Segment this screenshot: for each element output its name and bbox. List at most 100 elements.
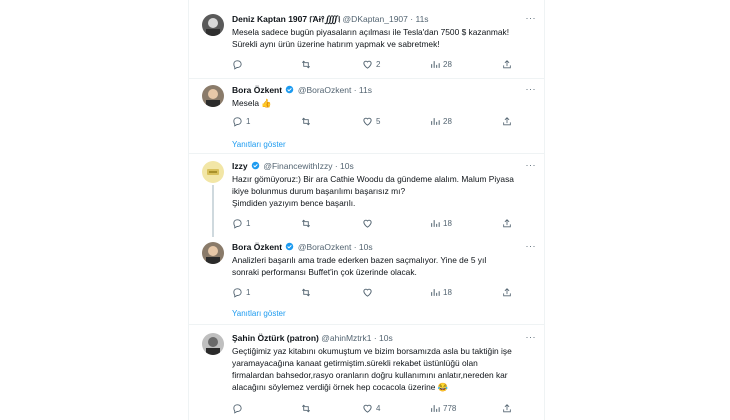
tweet-header: Bora Özkent @BoraOzkent · 11s — [232, 85, 372, 95]
share-button[interactable] — [502, 403, 512, 414]
tweet-actions: 4 778 — [232, 403, 522, 415]
author-handle[interactable]: @DKaptan_1907 — [343, 14, 408, 24]
heart-icon — [363, 288, 372, 297]
tweet-actions: 1 18 — [232, 287, 522, 299]
share-button[interactable] — [502, 287, 512, 298]
like-button[interactable] — [362, 218, 376, 229]
avatar[interactable] — [202, 85, 224, 107]
retweet-button[interactable] — [300, 287, 315, 298]
like-button[interactable]: 2 — [362, 59, 380, 70]
share-button[interactable] — [502, 59, 512, 70]
like-button[interactable]: 5 — [362, 116, 380, 127]
avatar[interactable] — [202, 242, 224, 264]
timeline-column: Deniz Kaptan 1907 ⧙Ἂɨ⫯⨌⧙ @DKaptan_1907 ·… — [188, 0, 545, 420]
views-icon — [431, 405, 440, 412]
tweet-header: Şahin Öztürk (patron) @ahinMztrk1 · 10s — [232, 333, 393, 343]
verified-badge-icon — [286, 242, 294, 251]
tweet[interactable]: Bora Özkent @BoraOzkent · 10s Analizleri… — [189, 236, 544, 324]
retweet-button[interactable] — [300, 116, 315, 127]
author-name[interactable]: Şahin Öztürk (patron) — [232, 333, 319, 343]
heart-icon — [363, 404, 372, 413]
avatar[interactable] — [202, 333, 224, 355]
tweet-text: Geçtiğimiz yaz kitabını okumuştum ve biz… — [232, 346, 512, 392]
views-icon — [431, 220, 440, 227]
tweet-time[interactable]: 11s — [415, 14, 428, 24]
share-icon — [503, 117, 511, 126]
tweet[interactable]: Şahin Öztürk (patron) @ahinMztrk1 · 10s … — [189, 325, 544, 420]
like-button[interactable] — [362, 287, 376, 298]
share-button[interactable] — [502, 116, 512, 127]
tweet[interactable]: Bora Özkent @BoraOzkent · 11s Mesela 👍 ·… — [189, 79, 544, 157]
page: Deniz Kaptan 1907 ⧙Ἂɨ⫯⨌⧙ @DKaptan_1907 ·… — [0, 0, 730, 420]
tweet-header: Izzy @FinancewithIzzy · 10s — [232, 161, 354, 171]
retweet-icon — [302, 404, 310, 413]
views-button[interactable]: 28 — [430, 59, 452, 70]
views-icon — [431, 61, 440, 68]
tweet-time[interactable]: 10s — [379, 333, 393, 343]
tweet-text: Hazır gömüyoruz:) Bir ara Cathie Woodu d… — [232, 174, 514, 208]
share-icon — [503, 404, 511, 413]
reply-button[interactable]: 1 — [232, 218, 250, 229]
author-name[interactable]: Deniz Kaptan 1907 ⧙Ἂɨ⫯⨌⧙ — [232, 14, 340, 24]
share-button[interactable] — [502, 218, 512, 229]
views-button[interactable]: 18 — [430, 218, 452, 229]
reply-icon — [233, 60, 242, 70]
retweet-icon — [302, 117, 310, 126]
share-icon — [503, 219, 511, 228]
reply-icon — [233, 219, 242, 229]
avatar[interactable] — [202, 161, 224, 183]
heart-icon — [363, 117, 372, 126]
verified-badge-icon — [286, 85, 294, 94]
tweet-time[interactable]: 10s — [359, 242, 373, 252]
tweet-time[interactable]: 11s — [359, 85, 372, 95]
share-icon — [503, 288, 511, 297]
tweet-actions: 1 5 28 — [232, 116, 522, 128]
author-handle[interactable]: @BoraOzkent — [298, 85, 352, 95]
reply-button[interactable]: 1 — [232, 116, 250, 127]
tweet-time[interactable]: 10s — [340, 161, 354, 171]
retweet-icon — [302, 60, 310, 69]
share-icon — [503, 60, 511, 69]
tweet-text: Analizleri başarılı ama trade ederken ba… — [232, 255, 487, 277]
tweet[interactable]: Deniz Kaptan 1907 ⧙Ἂɨ⫯⨌⧙ @DKaptan_1907 ·… — [189, 0, 544, 78]
reply-icon — [233, 404, 242, 414]
tweet-text: Mesela 👍 — [232, 98, 272, 108]
tweet-actions: 1 18 — [232, 218, 522, 230]
more-options-icon[interactable]: ··· — [526, 241, 537, 251]
like-button[interactable]: 4 — [362, 403, 380, 414]
reply-button[interactable] — [232, 403, 246, 414]
show-replies-link[interactable]: Yanıtları göster — [232, 140, 286, 149]
views-button[interactable]: 28 — [430, 116, 452, 127]
tweet-actions: 2 28 — [232, 59, 522, 71]
retweet-button[interactable] — [300, 403, 315, 414]
reply-button[interactable]: 1 — [232, 287, 250, 298]
heart-icon — [363, 60, 372, 69]
tweet-text: Mesela sadece bugün piyasaların açılması… — [232, 27, 510, 49]
author-name[interactable]: Bora Özkent — [232, 85, 282, 95]
reply-icon — [233, 117, 242, 127]
author-name[interactable]: Bora Özkent — [232, 242, 282, 252]
thread-line — [212, 185, 214, 237]
more-options-icon[interactable]: ··· — [526, 332, 537, 342]
author-handle[interactable]: @ahinMztrk1 — [321, 333, 371, 343]
retweet-button[interactable] — [300, 59, 315, 70]
retweet-icon — [302, 288, 310, 297]
avatar[interactable] — [202, 14, 224, 36]
reply-button[interactable] — [232, 59, 246, 70]
retweet-button[interactable] — [300, 218, 315, 229]
show-replies-link[interactable]: Yanıtları göster — [232, 309, 286, 318]
tweet-header: Bora Özkent @BoraOzkent · 10s — [232, 242, 373, 252]
author-name[interactable]: Izzy — [232, 161, 248, 171]
more-options-icon[interactable]: ··· — [526, 160, 537, 170]
more-options-icon[interactable]: ··· — [526, 84, 537, 94]
views-button[interactable]: 778 — [430, 403, 456, 414]
tweet[interactable]: Izzy @FinancewithIzzy · 10s Hazır gömüyo… — [189, 154, 544, 237]
reply-icon — [233, 288, 242, 298]
author-handle[interactable]: @BoraOzkent — [298, 242, 352, 252]
author-handle[interactable]: @FinancewithIzzy — [263, 161, 332, 171]
views-icon — [431, 118, 440, 125]
views-button[interactable]: 18 — [430, 287, 452, 298]
heart-icon — [363, 219, 372, 228]
tweet-header: Deniz Kaptan 1907 ⧙Ἂɨ⫯⨌⧙ @DKaptan_1907 ·… — [232, 14, 429, 24]
more-options-icon[interactable]: ··· — [526, 13, 537, 23]
